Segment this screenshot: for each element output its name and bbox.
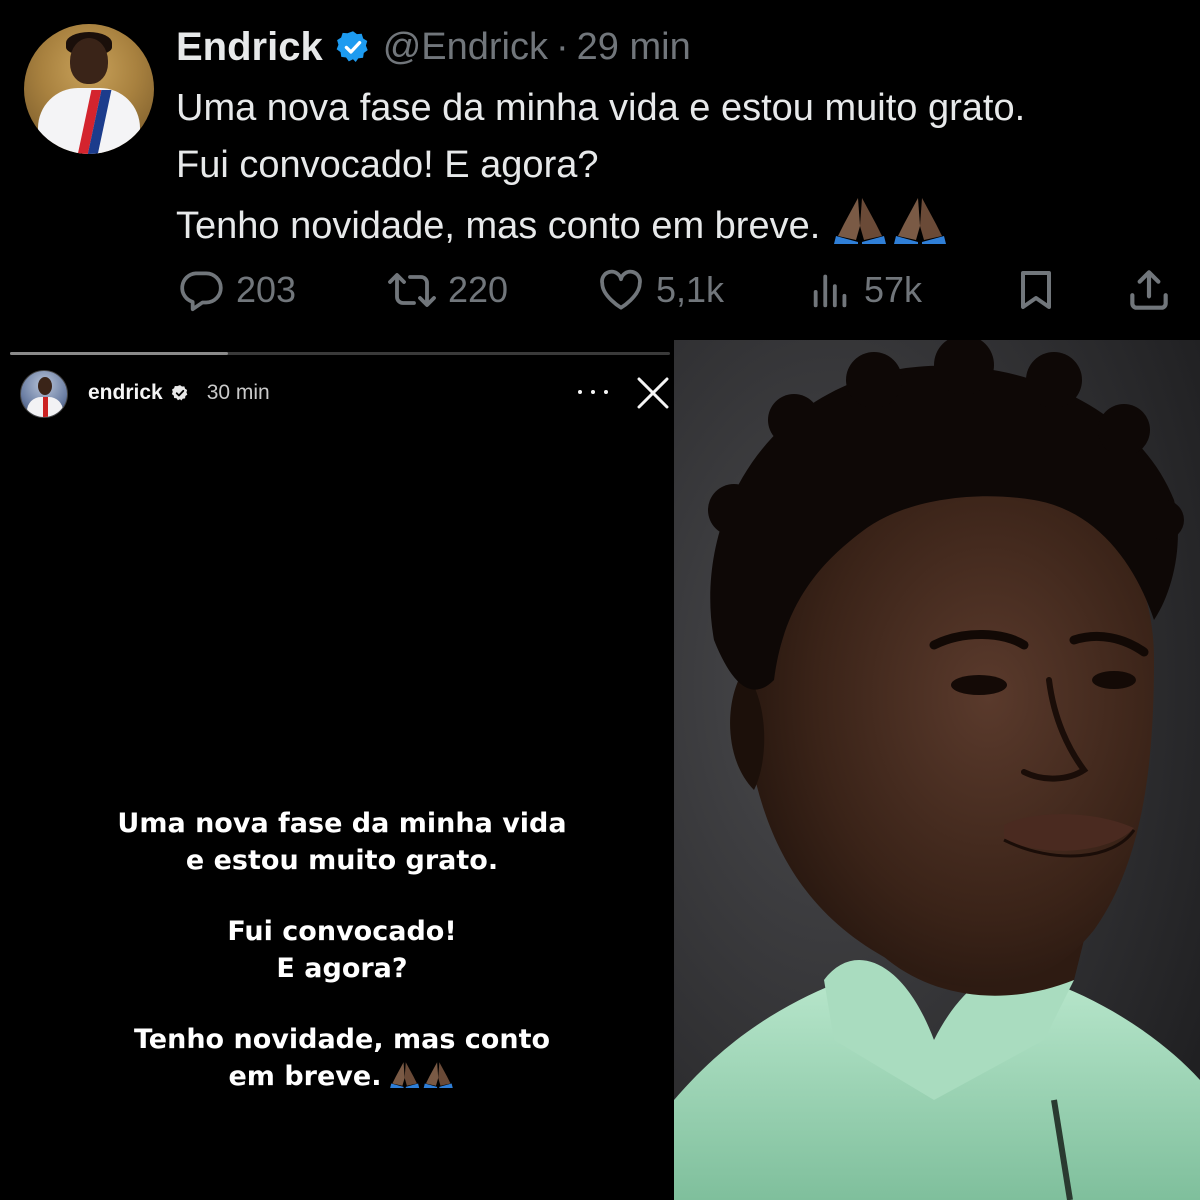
views-icon — [813, 274, 847, 308]
tweet-header: Endrick @Endrick · 29 min — [176, 22, 691, 72]
praying-hands-emoji-icon — [834, 198, 947, 244]
tweet-author-handle[interactable]: @Endrick — [383, 26, 548, 69]
caption-line: em breve. — [228, 1061, 382, 1092]
more-options-icon[interactable] — [578, 380, 608, 404]
portrait-illustration — [674, 340, 1200, 1200]
verified-badge-icon — [336, 31, 368, 62]
views-button[interactable]: 57k — [808, 262, 922, 318]
bookmark-icon — [1021, 271, 1051, 309]
close-icon[interactable] — [636, 376, 670, 410]
story-progress-bar — [10, 352, 670, 355]
instagram-story: endrick 30 min Uma nova fase da minha vi… — [0, 340, 674, 1200]
tweet-line: Uma nova fase da minha vida e estou muit… — [176, 87, 1026, 129]
like-icon — [600, 269, 642, 310]
story-caption: Uma nova fase da minha vida e estou muit… — [0, 805, 684, 1095]
views-count: 57k — [864, 269, 923, 310]
caption-line: Uma nova fase da minha vida — [117, 808, 567, 839]
story-avatar[interactable] — [20, 370, 68, 418]
repost-count: 220 — [448, 269, 509, 310]
tweet-avatar[interactable] — [24, 24, 154, 154]
share-icon — [1130, 270, 1168, 310]
repost-icon — [388, 273, 436, 307]
story-progress-fill — [10, 352, 228, 355]
reply-count: 203 — [236, 269, 297, 310]
tweet-timestamp[interactable]: 29 min — [577, 26, 691, 69]
share-button[interactable] — [1124, 262, 1174, 318]
like-count: 5,1k — [656, 269, 725, 310]
tweet-line: Tenho novidade, mas conto em breve. — [176, 205, 821, 247]
caption-line: Tenho novidade, mas conto — [133, 1024, 551, 1055]
reply-icon — [180, 271, 223, 312]
tweet-line: Fui convocado! E agora? — [176, 144, 599, 186]
caption-line: e estou muito grato. — [185, 845, 499, 876]
story-header: endrick 30 min — [88, 376, 270, 410]
tweet-author-name[interactable]: Endrick — [176, 25, 323, 70]
tweet-actions-bar: 203 220 5,1k 57k — [176, 262, 1176, 318]
verified-badge-icon — [171, 385, 188, 401]
like-button[interactable]: 5,1k — [596, 262, 724, 318]
caption-line: E agora? — [276, 953, 408, 984]
tweet: Endrick @Endrick · 29 min Uma nova fase … — [0, 0, 1200, 340]
story-timestamp: 30 min — [206, 381, 270, 404]
repost-button[interactable]: 220 — [386, 262, 508, 318]
bookmark-button[interactable] — [1012, 262, 1060, 318]
reply-button[interactable]: 203 — [176, 262, 296, 318]
portrait-photo — [674, 340, 1200, 1200]
caption-line: Fui convocado! — [227, 916, 457, 947]
tweet-text: Uma nova fase da minha vida e estou muit… — [176, 80, 1186, 255]
story-username[interactable]: endrick — [88, 381, 163, 405]
separator-dot: · — [556, 25, 569, 68]
praying-hands-emoji-icon — [390, 1062, 454, 1088]
